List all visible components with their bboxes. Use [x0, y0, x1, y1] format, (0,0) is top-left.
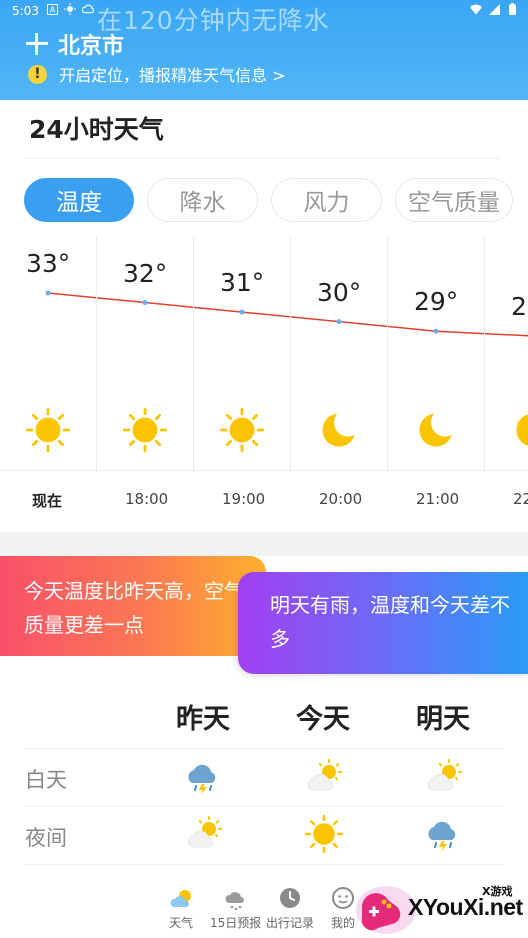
hour-time: 20:00: [319, 490, 363, 508]
row-label-night: 夜间: [25, 826, 67, 850]
tab-temperature[interactable]: 温度: [24, 178, 134, 222]
wifi-icon: [470, 3, 482, 15]
hour-temperature: 33°: [26, 249, 71, 278]
watermark-logo: X游戏 XYouXi.net: [356, 880, 528, 938]
section-separator: [0, 532, 528, 556]
battery-icon: [506, 3, 518, 15]
weather-status-icon: [82, 3, 94, 15]
nav-item-15day[interactable]: 15日预报: [210, 886, 261, 931]
status-time: 5:03: [12, 4, 39, 18]
partly-cloudy-icon: [304, 757, 344, 797]
temperature-point: [336, 319, 342, 325]
hour-column-divider: [96, 236, 97, 472]
forecast-tab-icon: [225, 892, 244, 911]
hour-temperature: 29°: [414, 287, 459, 317]
precipitation-banner: 在120分钟内无降水: [97, 6, 330, 35]
tab-air-quality[interactable]: 空气质量: [395, 178, 513, 222]
city-selector[interactable]: 北京市: [24, 28, 124, 60]
partly-cloudy-icon: [184, 814, 224, 854]
nav-label-me: 我的: [330, 916, 355, 930]
partly-cloudy-icon: [424, 757, 464, 797]
temperature-point: [142, 300, 148, 306]
tab-wind[interactable]: 风力: [271, 178, 382, 222]
column-yesterday: 昨天: [176, 704, 230, 735]
hour-time: 18:00: [125, 490, 169, 508]
hour-time: 21:00: [416, 490, 460, 508]
profile-tab-icon: [332, 887, 354, 909]
today-comparison-card[interactable]: 今天温度比昨天高，空气质量更差一点: [0, 556, 266, 656]
hour-time: 现在: [32, 492, 63, 510]
header-bar: 5:03 A 在120分钟内无降水 北京市 ! 开启定位，播报精准天气信息 >: [0, 0, 528, 100]
svg-text:A: A: [49, 5, 55, 14]
signal-icon: [488, 3, 500, 15]
sun-icon: [122, 407, 168, 453]
hour-column-divider: [387, 236, 388, 472]
moon-icon: [316, 407, 362, 453]
location-prompt-text: 开启定位，播报精准天气信息 >: [59, 66, 286, 85]
today-comparison-text: 今天温度比昨天高，空气质量更差一点: [24, 579, 244, 637]
thunder-rain-icon: [424, 814, 464, 854]
divider: [24, 806, 504, 807]
divider: [24, 864, 504, 865]
divider: [24, 748, 504, 749]
nav-item-trips[interactable]: 出行记录: [266, 886, 314, 931]
hour-temperature: 30°: [317, 277, 362, 307]
hour-column-divider: [193, 236, 194, 472]
temperature-point: [433, 328, 439, 334]
tomorrow-comparison-text: 明天有雨，温度和今天差不多: [270, 593, 510, 651]
hour-time: 22: [513, 490, 528, 508]
nav-item-weather[interactable]: 天气: [168, 886, 194, 931]
status-icons-right: [470, 3, 518, 15]
divider: [24, 158, 500, 159]
sun-icon: [304, 814, 344, 854]
city-name: 北京市: [58, 34, 125, 59]
hour-column-divider: [484, 236, 485, 472]
weather-tab-icon: [170, 890, 191, 907]
hour-temperature: 2: [511, 292, 527, 321]
column-tomorrow: 明天: [416, 704, 470, 735]
clock-tab-icon: [280, 888, 300, 908]
section-title-24h: 24小时天气: [29, 115, 164, 144]
gamepad-logo-icon: [356, 886, 416, 934]
temperature-point: [239, 309, 245, 315]
column-today: 今天: [296, 704, 350, 735]
nav-label-weather: 天气: [168, 916, 193, 930]
divider: [0, 470, 528, 471]
sun-icon: [25, 407, 71, 453]
hour-temperature: 31°: [220, 268, 265, 298]
nav-label-15day: 15日预报: [210, 916, 262, 930]
temperature-point: [45, 290, 51, 296]
sun-status-icon: [64, 3, 76, 15]
hour-time: 19:00: [222, 490, 266, 508]
add-city-icon[interactable]: [24, 31, 50, 57]
sun-icon: [219, 407, 265, 453]
nav-label-trips: 出行记录: [266, 916, 315, 930]
notification-a-icon: A: [46, 3, 58, 15]
row-label-day: 白天: [25, 768, 67, 792]
watermark-brand: XYouXi.net: [408, 894, 523, 920]
tab-precipitation[interactable]: 降水: [147, 178, 258, 222]
tomorrow-comparison-card[interactable]: 明天有雨，温度和今天差不多: [238, 572, 528, 674]
metric-tabs: 温度 降水 风力 空气质量: [24, 178, 513, 222]
day-column-headers: 昨天 今天 明天: [0, 697, 528, 735]
thunder-rain-icon: [184, 757, 224, 797]
moon-icon: [510, 407, 528, 453]
status-icons-left: A: [46, 3, 94, 15]
hour-temperature: 32°: [123, 258, 168, 288]
location-prompt[interactable]: ! 开启定位，播报精准天气信息 >: [28, 62, 286, 86]
hourly-forecast[interactable]: 33° 现在 32° 18:00 31° 19:00 30° 20:00 29° 21:00 2 22: [0, 236, 528, 532]
warning-icon: !: [28, 64, 47, 84]
moon-icon: [413, 407, 459, 453]
nav-item-me[interactable]: 我的: [330, 886, 356, 931]
hour-column-divider: [290, 236, 291, 472]
